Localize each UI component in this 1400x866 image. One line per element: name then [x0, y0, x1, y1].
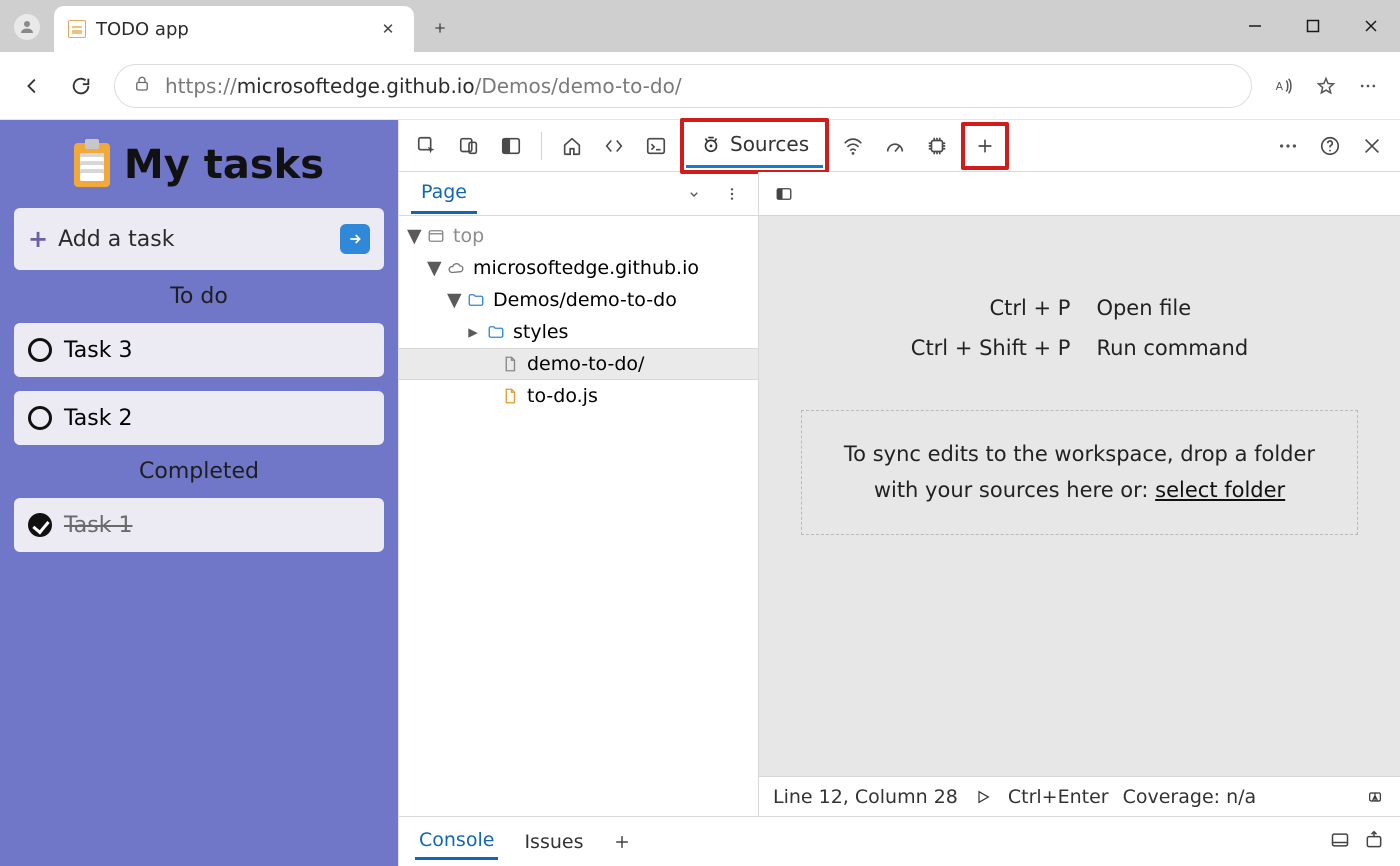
- tab-title: TODO app: [96, 19, 366, 40]
- favorite-icon[interactable]: [1312, 72, 1340, 100]
- devtools-drawer: Console Issues: [399, 816, 1400, 866]
- elements-tab-icon[interactable]: [596, 128, 632, 164]
- network-tab-icon[interactable]: [835, 128, 871, 164]
- drawer-issues-tab[interactable]: Issues: [520, 825, 587, 859]
- plus-icon: +: [28, 225, 48, 253]
- window-icon: [426, 226, 446, 246]
- navigator-tabs: Page: [399, 172, 758, 216]
- highlight-more-tabs: [961, 122, 1009, 170]
- file-icon: [500, 354, 520, 374]
- drawer-console-tab[interactable]: Console: [415, 823, 498, 860]
- editor-statusbar: Line 12, Column 28 Ctrl+Enter Coverage: …: [759, 776, 1400, 816]
- editor-placeholder: Ctrl + P Open file Ctrl + Shift + P Run …: [759, 216, 1400, 776]
- drawer-dock-icon[interactable]: [1330, 830, 1350, 854]
- todo-app: My tasks + Add a task To do Task 3 Task …: [0, 120, 398, 866]
- task-item[interactable]: Task 2: [14, 391, 384, 445]
- tree-row-top[interactable]: ▼ top: [399, 220, 758, 252]
- cloud-icon: [446, 258, 466, 278]
- new-tab-button[interactable]: [426, 14, 454, 42]
- run-snippet-icon[interactable]: [972, 786, 994, 808]
- more-tabs-button[interactable]: [967, 128, 1003, 164]
- folder-icon: [466, 290, 486, 310]
- console-tab-icon[interactable]: [638, 128, 674, 164]
- task-label: Task 1: [64, 513, 132, 538]
- site-info-icon[interactable]: [133, 75, 151, 97]
- add-task-input[interactable]: + Add a task: [14, 208, 384, 270]
- clipboard-icon: [68, 20, 86, 38]
- todo-heading: To do: [14, 284, 384, 309]
- navigator-page-tab[interactable]: Page: [411, 173, 477, 214]
- device-toggle-icon[interactable]: [451, 128, 487, 164]
- app-title: My tasks: [14, 142, 384, 188]
- drawer-add-tab[interactable]: [609, 829, 635, 855]
- minimize-button[interactable]: [1226, 0, 1284, 52]
- navigator-more-tabs[interactable]: [680, 180, 708, 208]
- highlight-sources-tab: Sources: [680, 118, 829, 174]
- tree-row-folder[interactable]: ▼ Demos/demo-to-do: [399, 284, 758, 316]
- file-tree[interactable]: ▼ top ▼ microsoftedge.github.io ▼ Demos/…: [399, 216, 758, 816]
- window-titlebar: TODO app ✕: [0, 0, 1400, 52]
- task-label: Task 2: [64, 406, 132, 431]
- workspace-dropzone[interactable]: To sync edits to the workspace, drop a f…: [801, 410, 1358, 535]
- coverage-status: Coverage: n/a: [1123, 786, 1257, 808]
- devtools-toolbar: Sources: [399, 120, 1400, 172]
- inspect-icon[interactable]: [409, 128, 445, 164]
- tree-row-index[interactable]: demo-to-do/: [399, 348, 758, 380]
- read-aloud-icon[interactable]: A: [1270, 72, 1298, 100]
- sources-tab-label: Sources: [730, 132, 809, 156]
- clipboard-icon: [74, 143, 110, 187]
- url-text: https://microsoftedge.github.io/Demos/de…: [165, 74, 682, 98]
- submit-task-button[interactable]: [340, 224, 370, 254]
- keyboard-hints: Ctrl + P Open file Ctrl + Shift + P Run …: [911, 296, 1248, 360]
- add-task-label: Add a task: [58, 227, 174, 252]
- completed-heading: Completed: [14, 459, 384, 484]
- performance-tab-icon[interactable]: [877, 128, 913, 164]
- folder-icon: [486, 322, 506, 342]
- close-window-button[interactable]: [1342, 0, 1400, 52]
- more-tools-icon[interactable]: [1270, 128, 1306, 164]
- close-devtools-button[interactable]: [1354, 128, 1390, 164]
- checkbox-checked-icon[interactable]: [28, 513, 52, 537]
- devtools-panel: Sources Page: [398, 120, 1400, 866]
- help-icon[interactable]: [1312, 128, 1348, 164]
- js-file-icon: [500, 386, 520, 406]
- select-folder-link[interactable]: select folder: [1155, 478, 1285, 502]
- omnibox[interactable]: https://microsoftedge.github.io/Demos/de…: [114, 64, 1252, 108]
- drawer-expand-icon[interactable]: [1364, 830, 1384, 854]
- profile-avatar[interactable]: [14, 14, 40, 40]
- checkbox-icon[interactable]: [28, 338, 52, 362]
- memory-tab-icon[interactable]: [919, 128, 955, 164]
- sourcemap-icon[interactable]: [1364, 786, 1386, 808]
- settings-more-icon[interactable]: [1354, 72, 1382, 100]
- welcome-tab-icon[interactable]: [554, 128, 590, 164]
- run-hint: Ctrl+Enter: [1008, 786, 1109, 808]
- dock-side-icon[interactable]: [493, 128, 529, 164]
- sources-navigator: Page ▼ top ▼ microsoftedge.github.io: [399, 172, 759, 816]
- editor-tabstrip: [759, 172, 1400, 216]
- cursor-position: Line 12, Column 28: [773, 786, 958, 808]
- tree-row-domain[interactable]: ▼ microsoftedge.github.io: [399, 252, 758, 284]
- tree-row-styles[interactable]: ▸ styles: [399, 316, 758, 348]
- refresh-button[interactable]: [66, 71, 96, 101]
- address-bar: https://microsoftedge.github.io/Demos/de…: [0, 52, 1400, 120]
- close-tab-button[interactable]: ✕: [376, 17, 400, 41]
- browser-tab[interactable]: TODO app ✕: [54, 6, 414, 52]
- window-controls: [1226, 0, 1400, 52]
- toggle-navigator-icon[interactable]: [769, 179, 799, 209]
- tree-row-js[interactable]: to-do.js: [399, 380, 758, 412]
- svg-text:A: A: [1276, 80, 1284, 93]
- navigator-menu-icon[interactable]: [718, 180, 746, 208]
- task-label: Task 3: [64, 338, 132, 363]
- sources-tab[interactable]: Sources: [686, 124, 823, 168]
- checkbox-icon[interactable]: [28, 406, 52, 430]
- task-item-completed[interactable]: Task 1: [14, 498, 384, 552]
- sources-editor: Ctrl + P Open file Ctrl + Shift + P Run …: [759, 172, 1400, 816]
- task-item[interactable]: Task 3: [14, 323, 384, 377]
- back-button[interactable]: [18, 71, 48, 101]
- maximize-button[interactable]: [1284, 0, 1342, 52]
